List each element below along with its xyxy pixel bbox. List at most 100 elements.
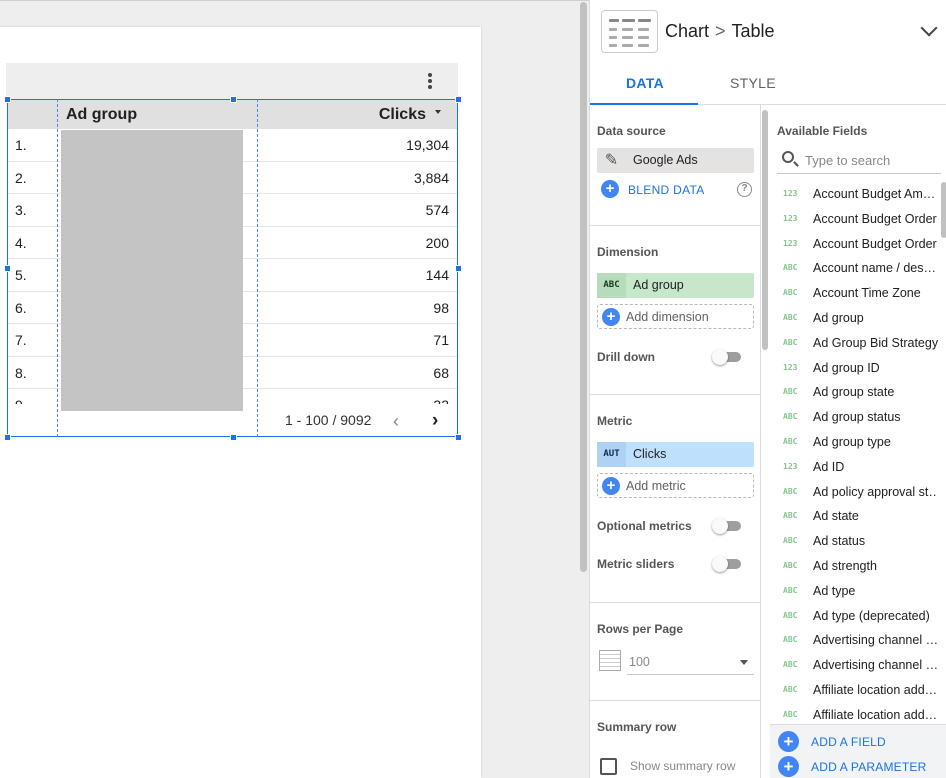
field-name: Affiliate location address <box>813 682 938 697</box>
more-options-icon[interactable] <box>423 71 437 91</box>
add-metric-label: Add metric <box>626 479 686 493</box>
data-source-chip[interactable]: ✎ Google Ads <box>597 148 754 173</box>
canvas-scrollbar[interactable] <box>580 2 587 572</box>
chevron-down-icon[interactable] <box>920 19 938 37</box>
list-item[interactable]: ABC Ad group <box>770 307 938 332</box>
add-metric-button[interactable]: + Add metric <box>597 473 754 498</box>
list-item[interactable]: 123 Account Budget Order <box>770 208 938 233</box>
pencil-icon[interactable]: ✎ <box>597 148 626 173</box>
chevron-left-icon[interactable]: ‹ <box>393 412 399 430</box>
chevron-right-icon[interactable]: › <box>432 411 438 430</box>
table-chart-icon[interactable] <box>601 10 658 53</box>
list-item[interactable]: ABC Affiliate location address <box>770 704 938 723</box>
add-field-label: ADD A FIELD <box>811 735 886 749</box>
list-item[interactable]: ABC Ad group type <box>770 431 938 456</box>
list-item[interactable]: ABC Advertising channel sub type <box>770 629 938 654</box>
field-name: Ad group <box>813 310 864 325</box>
list-item[interactable]: ABC Ad status <box>770 530 938 555</box>
field-name: Account Budget Order <box>813 211 937 226</box>
field-name: Account Budget Amount <box>813 187 938 201</box>
plus-icon: + <box>778 756 799 777</box>
column-guide <box>57 99 58 437</box>
list-item[interactable]: 123 Ad ID <box>770 456 938 481</box>
plus-icon: + <box>601 180 619 198</box>
resize-handle[interactable] <box>455 434 462 441</box>
field-type-badge: ABC <box>783 288 798 298</box>
tab-data[interactable]: DATA <box>626 75 664 91</box>
dimension-name: Ad group <box>633 278 684 292</box>
list-item[interactable]: ABC Advertising channel type <box>770 654 938 679</box>
field-type-badge: ABC <box>783 511 798 521</box>
field-type-badge: ABC <box>783 263 798 273</box>
list-item[interactable]: 123 Account Budget Amount <box>770 183 938 208</box>
plus-icon: + <box>602 308 620 326</box>
fields-scrollbar[interactable] <box>941 182 946 238</box>
list-item[interactable]: ABC Account Time Zone <box>770 282 938 307</box>
field-name: Ad policy approval status <box>813 484 938 499</box>
dimension-type-badge[interactable]: ABC <box>597 273 626 298</box>
field-type-badge: ABC <box>783 709 798 719</box>
list-item[interactable]: ABC Ad group state <box>770 381 938 406</box>
panel-breadcrumb: Chart > Table <box>665 21 775 42</box>
field-name: Ad group status <box>813 410 901 425</box>
show-summary-row-label: Show summary row <box>630 759 736 773</box>
field-name: Ad strength <box>813 558 877 573</box>
available-fields-list: 123 Account Budget Amount 123 Account Budg… <box>770 183 938 723</box>
field-name: Ad group ID <box>813 360 880 375</box>
list-item[interactable]: ABC Ad state <box>770 505 938 530</box>
field-name: Ad Group Bid Strategy <box>813 335 938 350</box>
resize-handle[interactable] <box>230 434 237 441</box>
field-type-badge: ABC <box>783 436 798 446</box>
tab-style[interactable]: STYLE <box>730 75 776 91</box>
list-item[interactable]: ABC Ad Group Bid Strategy <box>770 332 938 357</box>
field-name: Account name / descriptive name <box>813 261 938 276</box>
optional-metrics-toggle[interactable] <box>712 518 742 534</box>
breadcrumb-separator: > <box>715 21 726 41</box>
field-type-badge: ABC <box>783 684 798 694</box>
list-item[interactable]: 123 Ad group ID <box>770 357 938 382</box>
list-item[interactable]: ABC Affiliate location address <box>770 679 938 704</box>
list-item[interactable]: ABC Ad policy approval status <box>770 481 938 506</box>
panel-header: Chart > Table <box>590 0 946 63</box>
resize-handle[interactable] <box>4 265 11 272</box>
metric-name: Clicks <box>633 447 667 461</box>
divider <box>590 700 761 701</box>
list-item[interactable]: ABC Ad type <box>770 580 938 605</box>
drill-down-label: Drill down <box>597 350 655 364</box>
drill-down-toggle[interactable] <box>712 349 742 365</box>
chart-header-bar <box>6 63 458 99</box>
show-summary-row-checkbox[interactable] <box>600 758 617 775</box>
resize-handle[interactable] <box>230 96 237 103</box>
list-item[interactable]: ABC Ad group status <box>770 406 938 431</box>
field-search-input[interactable] <box>805 150 939 170</box>
list-item[interactable]: ABC Ad strength <box>770 555 938 580</box>
field-type-badge: 123 <box>783 189 798 198</box>
add-dimension-button[interactable]: + Add dimension <box>597 304 754 329</box>
field-type-badge: 123 <box>783 362 798 372</box>
blend-data-button[interactable]: + BLEND DATA ? <box>601 180 756 200</box>
add-parameter-button[interactable]: + ADD A PARAMETER <box>778 756 943 777</box>
field-name: Ad type <box>813 583 856 598</box>
optional-metrics-label: Optional metrics <box>597 519 692 533</box>
help-icon[interactable]: ? <box>737 182 752 197</box>
aggregation-badge[interactable]: AUT <box>597 442 626 467</box>
caret-down-icon <box>740 660 748 665</box>
list-item[interactable]: ABC Account name / descriptive name <box>770 257 938 282</box>
field-type-badge: ABC <box>783 585 798 595</box>
setup-scrollbar[interactable] <box>762 110 768 350</box>
metric-chip-clicks[interactable]: AUT Clicks <box>597 442 754 467</box>
table-chart-selection[interactable] <box>7 99 458 437</box>
resize-handle[interactable] <box>455 265 462 272</box>
field-name: Ad group state <box>813 385 895 400</box>
list-item[interactable]: ABC Ad type (deprecated) <box>770 605 938 630</box>
metric-sliders-toggle[interactable] <box>712 556 742 572</box>
panel-tabs: DATA STYLE <box>590 63 946 105</box>
add-field-button[interactable]: + ADD A FIELD <box>778 731 943 752</box>
rows-per-page-select[interactable]: 100 <box>627 651 754 675</box>
resize-handle[interactable] <box>455 96 462 103</box>
dimension-chip-ad-group[interactable]: ABC Ad group <box>597 273 754 298</box>
resize-handle[interactable] <box>4 96 11 103</box>
resize-handle[interactable] <box>4 434 11 441</box>
list-item[interactable]: 123 Account Budget Order <box>770 233 938 258</box>
field-type-badge: ABC <box>783 660 798 670</box>
